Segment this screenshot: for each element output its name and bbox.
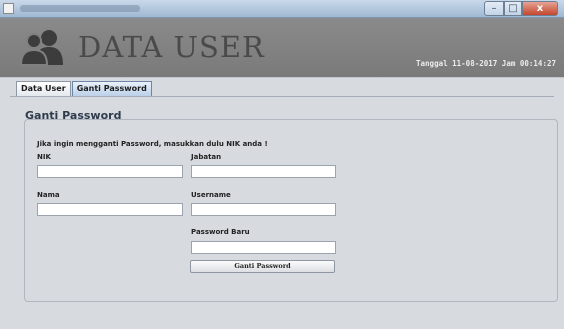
close-button[interactable]: x [522, 1, 558, 16]
jabatan-label: Jabatan [191, 153, 222, 161]
username-label: Username [191, 191, 231, 199]
app-icon [3, 3, 14, 14]
users-icon [19, 30, 63, 66]
tab-data-user[interactable]: Data User [16, 81, 71, 97]
tab-bar: Data User Ganti Password [16, 81, 153, 97]
jabatan-field[interactable] [191, 165, 336, 178]
ganti-password-button[interactable]: Ganti Password [190, 260, 335, 273]
nama-label: Nama [37, 191, 60, 199]
instruction-text: Jika ingin mengganti Password, masukkan … [37, 140, 268, 148]
maximize-button[interactable]: □ [504, 1, 522, 16]
window-controls: – □ x [484, 1, 558, 17]
tab-divider [10, 96, 554, 97]
window-titlebar[interactable]: – □ x [0, 0, 564, 18]
window-title-blurred [20, 5, 140, 12]
nik-field[interactable] [37, 165, 183, 178]
password-baru-label: Password Baru [191, 228, 250, 236]
form-panel: Jika ingin mengganti Password, masukkan … [24, 119, 558, 302]
tab-ganti-password[interactable]: Ganti Password [71, 81, 152, 97]
app-header: DATA USER Tanggal 11-08-2017 Jam 00:14:2… [0, 18, 564, 77]
nama-field[interactable] [37, 203, 183, 216]
main-content: Data User Ganti Password Ganti Password … [0, 77, 564, 329]
minimize-button[interactable]: – [484, 1, 504, 16]
nik-label: NIK [37, 153, 51, 161]
password-baru-field[interactable] [191, 241, 336, 254]
page-title: DATA USER [78, 30, 265, 64]
date-time-label: Tanggal 11-08-2017 Jam 00:14:27 [416, 59, 556, 68]
username-field[interactable] [191, 203, 336, 216]
